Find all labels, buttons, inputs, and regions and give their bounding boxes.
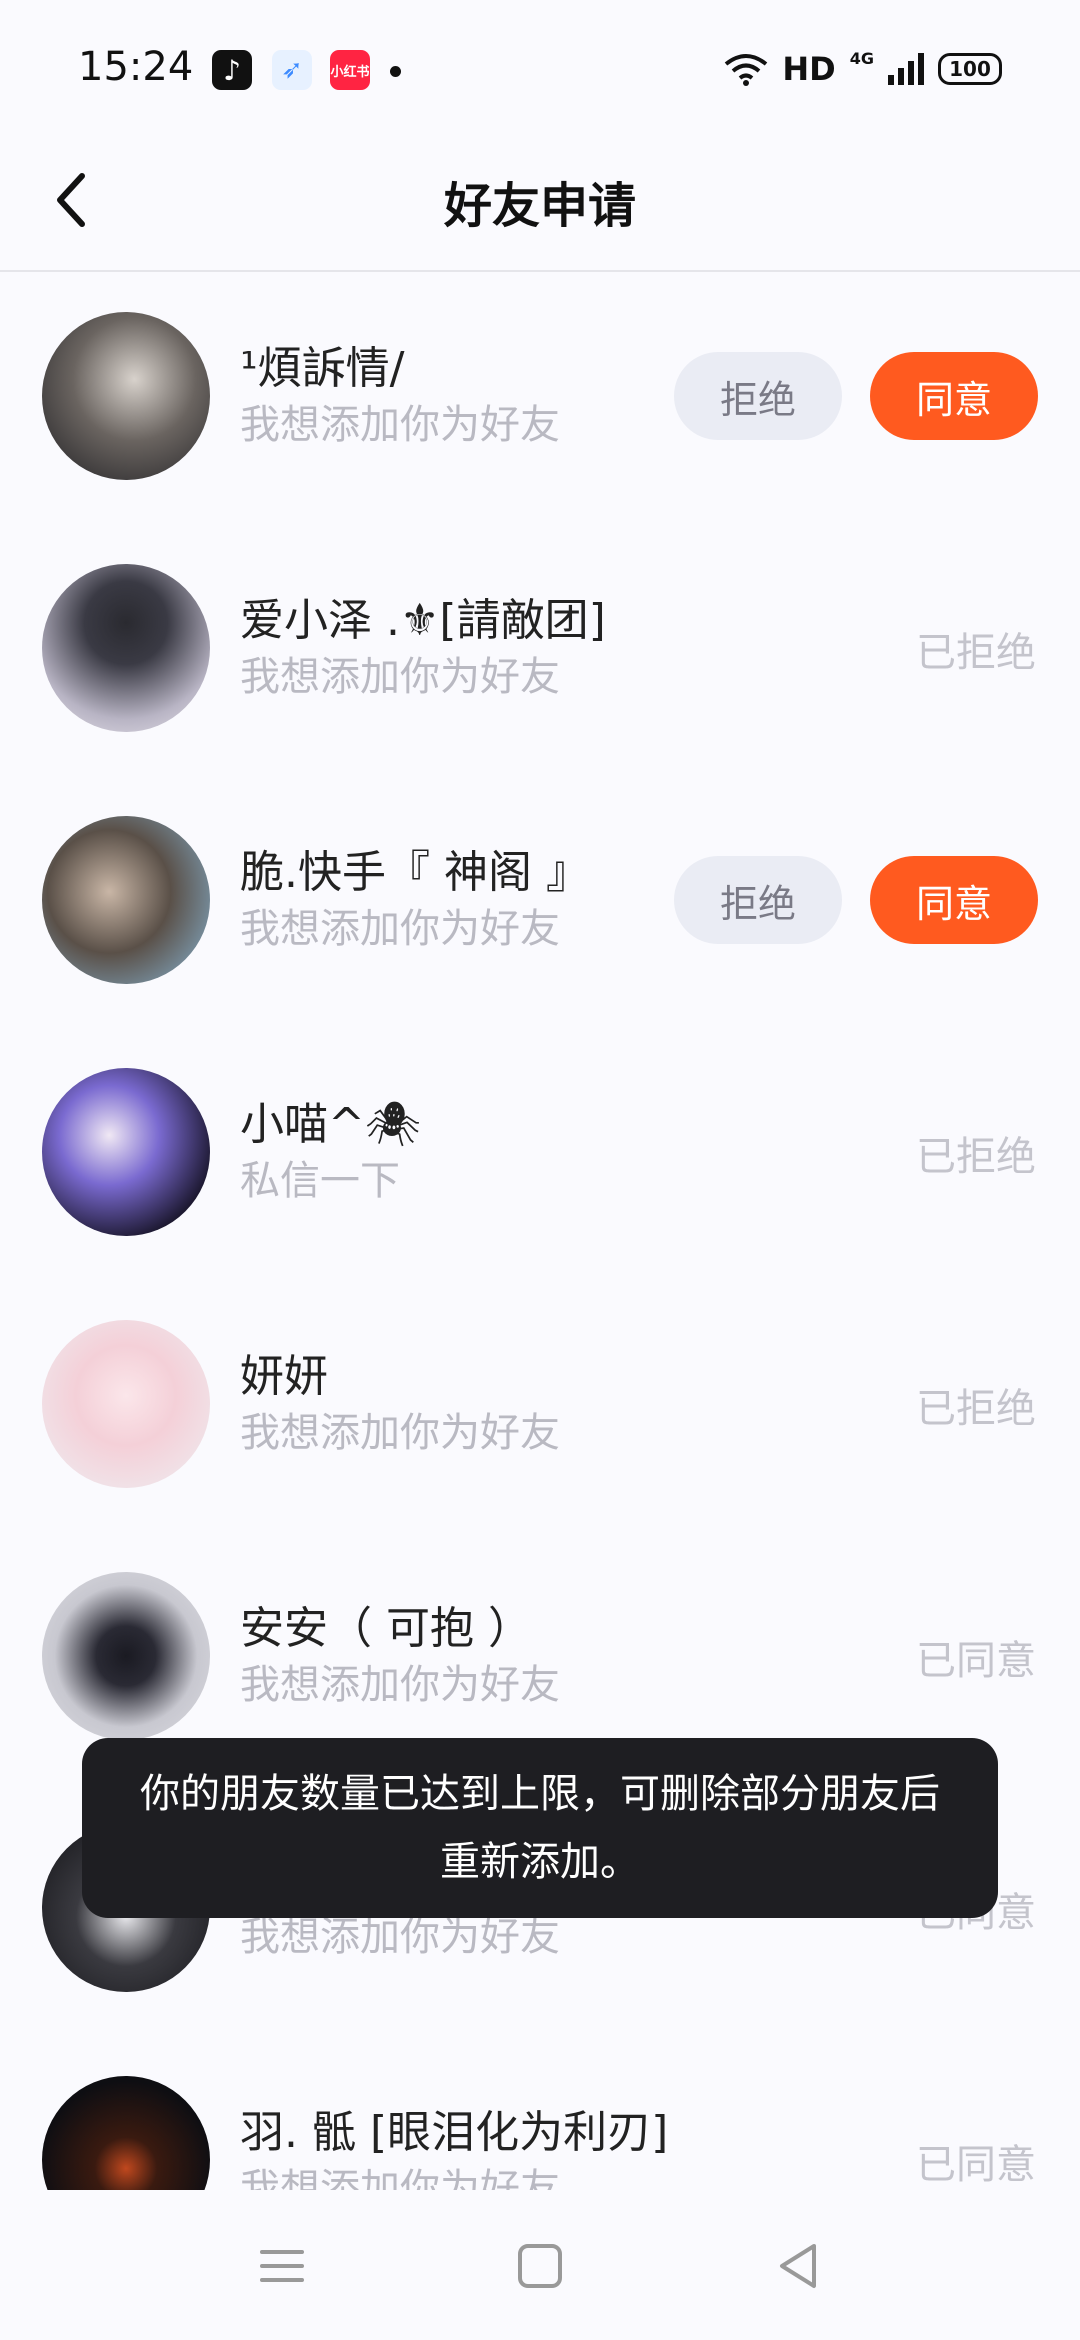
requester-name: 小喵^🕷 <box>240 1099 421 1150</box>
requester-name: 爱小泽 .⚜[請敵团] <box>240 595 606 646</box>
request-message: 私信一下 <box>240 1158 400 1204</box>
requester-name: 安安（ 可抱 ） <box>240 1603 532 1654</box>
request-message: 我想添加你为好友 <box>240 1410 560 1456</box>
header: 好友申请 <box>0 130 1080 272</box>
reject-button[interactable]: 拒绝 <box>674 352 842 440</box>
notification-dot-icon <box>390 66 401 77</box>
hd-indicator: HD <box>782 50 836 88</box>
request-message: 我想添加你为好友 <box>240 654 560 700</box>
home-square-icon <box>518 2244 562 2288</box>
avatar[interactable] <box>42 816 210 984</box>
avatar[interactable] <box>42 312 210 480</box>
battery-icon: 100 <box>938 53 1002 85</box>
request-row[interactable]: 脆.快手『 神阁 』 我想添加你为好友 拒绝 同意 <box>0 776 1080 1028</box>
avatar[interactable] <box>42 1068 210 1236</box>
signal-icon <box>888 53 924 85</box>
reject-button[interactable]: 拒绝 <box>674 856 842 944</box>
menu-icon <box>260 2250 304 2282</box>
request-status: 已拒绝 <box>916 1386 1036 1432</box>
avatar[interactable] <box>42 2076 210 2190</box>
avatar[interactable] <box>42 1572 210 1740</box>
request-row[interactable]: ¹煩訴情/ 我想添加你为好友 拒绝 同意 <box>0 272 1080 524</box>
wifi-icon <box>725 54 768 86</box>
request-message: 我想添加你为好友 <box>240 906 560 952</box>
request-row[interactable]: 爱小泽 .⚜[請敵团] 我想添加你为好友 已拒绝 <box>0 524 1080 776</box>
requester-name: 妍妍 <box>240 1351 328 1402</box>
status-time: 15:24 <box>78 44 194 90</box>
requester-name: 羽. 骶 [眼泪化为利刃] <box>240 2107 669 2158</box>
request-row[interactable]: 小喵^🕷 私信一下 已拒绝 <box>0 1028 1080 1280</box>
status-bar: 15:24 ♪ ➶ 小红书 HD 4G 100 <box>0 0 1080 130</box>
tiktok-icon: ♪ <box>212 50 252 90</box>
avatar[interactable] <box>42 1320 210 1488</box>
request-status: 已同意 <box>916 1638 1036 1684</box>
agree-button[interactable]: 同意 <box>870 352 1038 440</box>
home-button[interactable] <box>510 2236 570 2296</box>
requester-name: 脆.快手『 神阁 』 <box>240 847 590 898</box>
toast-message: 你的朋友数量已达到上限，可删除部分朋友后重新添加。 <box>82 1738 998 1918</box>
recent-apps-button[interactable] <box>252 2236 312 2296</box>
system-nav-bar <box>0 2190 1080 2340</box>
page-title: 好友申请 <box>443 178 636 234</box>
triangle-back-icon <box>780 2244 816 2288</box>
bird-icon: ➶ <box>272 50 312 90</box>
xiaohongshu-icon: 小红书 <box>330 50 370 90</box>
avatar[interactable] <box>42 564 210 732</box>
requester-name: ¹煩訴情/ <box>240 343 405 394</box>
request-status: 已拒绝 <box>916 1134 1036 1180</box>
system-back-button[interactable] <box>768 2236 828 2296</box>
network-type: 4G <box>849 49 874 68</box>
request-status: 已拒绝 <box>916 630 1036 676</box>
request-message: 我想添加你为好友 <box>240 402 560 448</box>
request-message: 我想添加你为好友 <box>240 2166 560 2190</box>
request-message: 我想添加你为好友 <box>240 1662 560 1708</box>
request-status: 已同意 <box>916 2142 1036 2188</box>
agree-button[interactable]: 同意 <box>870 856 1038 944</box>
request-row[interactable]: 妍妍 我想添加你为好友 已拒绝 <box>0 1280 1080 1532</box>
request-row[interactable]: 羽. 骶 [眼泪化为利刃] 我想添加你为好友 已同意 <box>0 2036 1080 2190</box>
